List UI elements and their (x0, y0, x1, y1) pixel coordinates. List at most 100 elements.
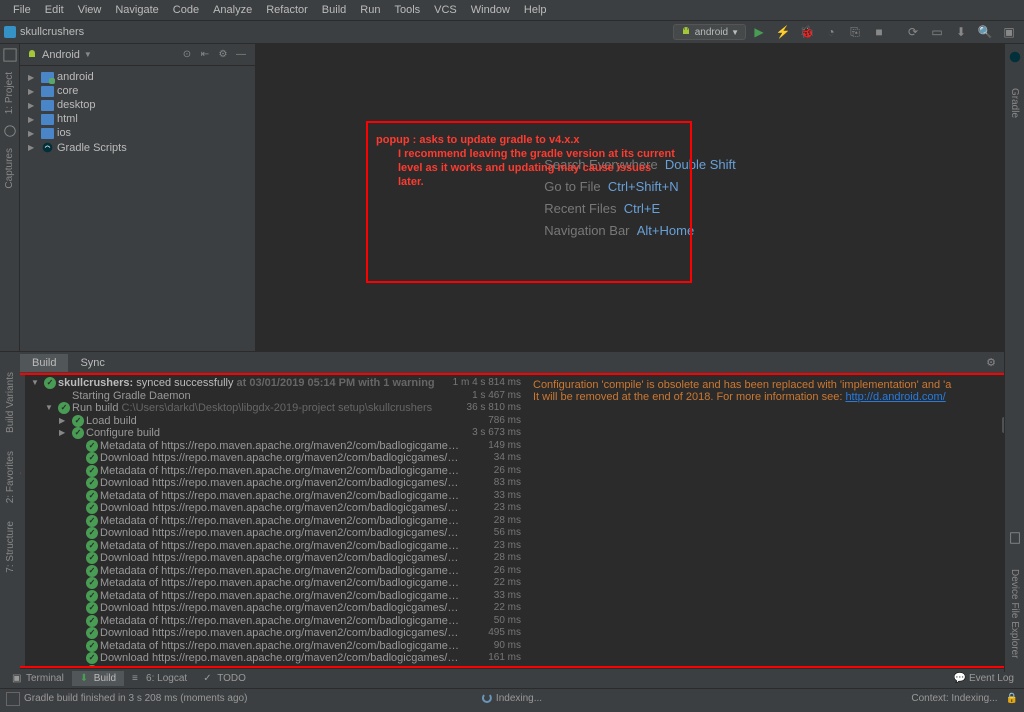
lock-icon[interactable]: 🔒 (1006, 693, 1018, 704)
welcome-tips: Search Everywhere Double Shift Go to Fil… (544, 150, 736, 245)
ok-icon: ✓ (86, 465, 98, 477)
build-row[interactable]: ▶✓Configure build3 s 673 ms (29, 427, 523, 440)
build-row[interactable]: Starting Gradle Daemon1 s 467 ms (29, 390, 523, 403)
gutter-gradle[interactable]: Gradle (1009, 84, 1020, 122)
menu-tools[interactable]: Tools (387, 4, 427, 16)
todo-icon: ✓ (203, 673, 214, 684)
status-left: Gradle build finished in 3 s 208 ms (mom… (24, 693, 247, 704)
status-indexing: Indexing... (482, 693, 542, 704)
menu-window[interactable]: Window (464, 4, 517, 16)
statusbar-icon[interactable] (6, 692, 20, 706)
avd-button[interactable]: ▭ (926, 23, 948, 41)
gutter-project[interactable]: 1: Project (4, 70, 15, 116)
build-row[interactable]: ✓Download https://repo.maven.apache.org/… (29, 602, 523, 615)
menu-code[interactable]: Code (166, 4, 206, 16)
build-row[interactable]: ✓Download https://repo.maven.apache.org/… (29, 552, 523, 565)
build-row[interactable]: ✓Download https://repo.maven.apache.org/… (29, 652, 523, 665)
build-row[interactable]: ✓Metadata of https://repo.maven.apache.o… (29, 590, 523, 603)
ok-icon: ✓ (86, 452, 98, 464)
debug-button[interactable]: 🐞 (796, 23, 818, 41)
ok-icon: ✓ (58, 402, 70, 414)
folder-icon (41, 72, 54, 83)
menu-help[interactable]: Help (517, 4, 554, 16)
build-row[interactable]: ✓Metadata of https://repo.maven.apache.o… (29, 465, 523, 478)
console-link[interactable]: http://d.android.com/ (845, 391, 945, 403)
ok-icon: ✓ (86, 590, 98, 602)
run-config-selector[interactable]: android ▼ (673, 24, 746, 40)
menu-vcs[interactable]: VCS (427, 4, 464, 16)
tab-terminal[interactable]: ▣Terminal (4, 671, 72, 686)
tab-build-bottom[interactable]: ⬇Build (72, 671, 124, 686)
search-icon[interactable]: 🔍 (974, 23, 996, 41)
collapse-all-icon[interactable]: ⇤ (197, 47, 213, 63)
build-console[interactable]: Configuration 'compile' is obsolete and … (526, 375, 1020, 666)
build-row[interactable]: ✓Metadata of https://repo.maven.apache.o… (29, 565, 523, 578)
sync-head-row[interactable]: ▼✓ skullcrushers: synced successfully at… (29, 377, 523, 390)
event-log-button[interactable]: 💬Event Log (954, 673, 1024, 684)
tree-item-html[interactable]: ▶html (22, 112, 253, 126)
tree-item-android[interactable]: ▶android (22, 70, 253, 84)
ok-icon: ✓ (86, 477, 98, 489)
menu-run[interactable]: Run (353, 4, 387, 16)
menu-edit[interactable]: Edit (38, 4, 71, 16)
attach-button[interactable]: ⎘ (844, 23, 866, 41)
build-row[interactable]: ✓Download https://repo.maven.apache.org/… (29, 452, 523, 465)
build-row[interactable]: ✓Metadata of https://repo.maven.apache.o… (29, 540, 523, 553)
menu-file[interactable]: File (6, 4, 38, 16)
profile-button[interactable]: ◔ (820, 23, 842, 41)
build-row[interactable]: ▶✓Load build786 ms (29, 415, 523, 428)
menu-build[interactable]: Build (315, 4, 353, 16)
ok-icon: ✓ (86, 577, 98, 589)
build-row[interactable]: ▼✓Run build C:\Users\darkd\Desktop\libgd… (29, 402, 523, 415)
menu-navigate[interactable]: Navigate (108, 4, 165, 16)
gutter-structure[interactable]: 7: Structure (5, 519, 16, 575)
gutter-build-variants[interactable]: Build Variants (5, 370, 16, 435)
ok-icon: ✓ (86, 552, 98, 564)
gear-icon[interactable]: ⚙ (215, 47, 231, 63)
build-row[interactable]: ✓Download https://repo.maven.apache.org/… (29, 627, 523, 640)
gutter-device-explorer[interactable]: Device File Explorer (1009, 565, 1020, 662)
tree-item-core[interactable]: ▶core (22, 84, 253, 98)
build-row[interactable]: ✓Metadata of https://repo.maven.apache.o… (29, 577, 523, 590)
tab-build[interactable]: Build (20, 354, 68, 372)
scroll-from-source-icon[interactable]: ⊙ (179, 47, 195, 63)
tab-todo[interactable]: ✓TODO (195, 671, 254, 686)
toolbar-right: android ▼ ▶ ⚡ 🐞 ◔ ⎘ ■ ⟳ ▭ ⬇ 🔍 ▣ (673, 23, 1020, 41)
build-output-tree[interactable]: ▼✓ skullcrushers: synced successfully at… (26, 375, 526, 666)
stop-button[interactable]: ■ (868, 23, 890, 41)
build-row[interactable]: ✓Download https://repo.maven.apache.org/… (29, 502, 523, 515)
build-row[interactable]: ✓Metadata of https://repo.maven.apache.o… (29, 640, 523, 653)
tree-item-ios[interactable]: ▶ios (22, 126, 253, 140)
build-row[interactable]: ✓Download https://repo.maven.apache.org/… (29, 527, 523, 540)
gutter-captures[interactable]: Captures (4, 146, 15, 191)
tree-item-gradle-scripts[interactable]: ▶Gradle Scripts (22, 140, 253, 155)
menu-analyze[interactable]: Analyze (206, 4, 259, 16)
tab-sync[interactable]: Sync (68, 354, 116, 372)
gutter-favorites[interactable]: 2: Favorites (5, 449, 16, 505)
build-row[interactable]: ✓Metadata of https://repo.maven.apache.o… (29, 515, 523, 528)
gradle-icon[interactable] (1008, 50, 1022, 64)
settings-icon[interactable]: ▣ (998, 23, 1020, 41)
left-lower-tool-strip: Build Variants 2: Favorites 7: Structure (0, 360, 20, 670)
run-button[interactable]: ▶ (748, 23, 770, 41)
project-tool-icon[interactable] (3, 48, 17, 62)
captures-tool-icon[interactable] (3, 124, 17, 138)
menu-refactor[interactable]: Refactor (259, 4, 315, 16)
breadcrumb[interactable]: skullcrushers (4, 26, 84, 38)
chevron-down-icon[interactable]: ▼ (84, 50, 92, 59)
device-explorer-icon[interactable] (1008, 531, 1022, 545)
apply-changes-button[interactable]: ⚡ (772, 23, 794, 41)
build-row[interactable]: ✓Metadata of https://repo.maven.apache.o… (29, 615, 523, 628)
build-row[interactable]: ✓Metadata of https://repo.maven.apache.o… (29, 490, 523, 503)
sdk-button[interactable]: ⬇ (950, 23, 972, 41)
build-row[interactable]: ✓Metadata of https://repo.maven.apache.o… (29, 440, 523, 453)
gear-icon[interactable]: ⚙ (983, 355, 999, 371)
tab-logcat[interactable]: ≡6: Logcat (124, 671, 195, 686)
tree-item-desktop[interactable]: ▶desktop (22, 98, 253, 112)
ok-icon: ✓ (86, 665, 98, 666)
build-row[interactable]: ✓Metadata of https://repo.maven.apache.o… (29, 665, 523, 667)
build-row[interactable]: ✓Download https://repo.maven.apache.org/… (29, 477, 523, 490)
menu-view[interactable]: View (71, 4, 109, 16)
sync-button[interactable]: ⟳ (902, 23, 924, 41)
hide-icon[interactable]: — (233, 47, 249, 63)
